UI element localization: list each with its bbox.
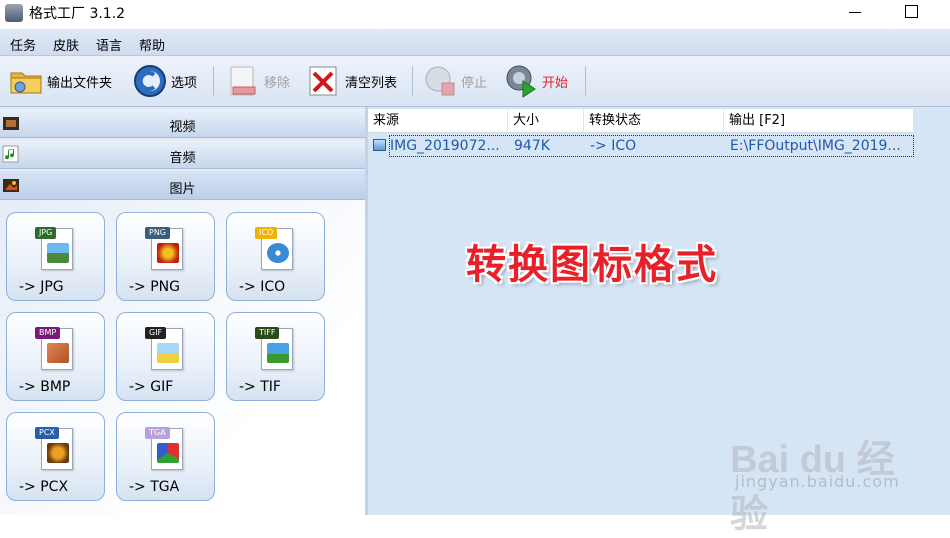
format-label: -> PCX: [19, 479, 69, 495]
image-file-icon: [373, 139, 386, 151]
category-video-label: 视频: [169, 120, 196, 135]
stop-icon: [422, 63, 458, 99]
format-gif-button[interactable]: GIF -> GIF: [116, 312, 215, 401]
format-tag: PCX: [35, 427, 59, 439]
format-label: -> ICO: [239, 279, 286, 295]
format-label: -> BMP: [19, 379, 71, 395]
output-folder-label: 输出文件夹: [47, 75, 113, 91]
format-label: -> TIF: [239, 379, 281, 395]
folder-icon: [8, 63, 44, 99]
menu-skin[interactable]: 皮肤: [53, 35, 79, 54]
options-icon: [132, 63, 168, 99]
column-source[interactable]: 来源: [368, 109, 508, 133]
format-label: -> TGA: [129, 479, 180, 495]
toolbar-separator: [412, 66, 413, 96]
format-tag: ICO: [255, 227, 278, 239]
column-size[interactable]: 大小: [508, 109, 584, 133]
format-label: -> GIF: [129, 379, 174, 395]
picture-icon: [157, 343, 179, 363]
stop-button[interactable]: 停止: [422, 62, 487, 100]
format-bmp-button[interactable]: BMP -> BMP: [6, 312, 105, 401]
maximize-button[interactable]: [902, 3, 920, 21]
minimize-button[interactable]: [846, 3, 864, 21]
window-title: 格式工厂 3.1.2: [29, 6, 126, 22]
table-row[interactable]: IMG_2019072... 947K -> ICO E:\FFOutput\I…: [368, 135, 914, 157]
column-output[interactable]: 输出 [F2]: [724, 109, 914, 133]
format-tag: JPG: [35, 227, 57, 239]
menu-help[interactable]: 帮助: [139, 35, 165, 54]
landscape-icon: [47, 243, 69, 263]
menu-language[interactable]: 语言: [96, 35, 122, 54]
format-grid: JPG -> JPG PNG -> PNG ICO -> ICO BMP -> …: [0, 200, 365, 515]
category-panel: 视频 音频 图片 JPG -> JPG PNG -> PNG ICO -> IC…: [0, 107, 365, 515]
output-folder-button[interactable]: 输出文件夹: [8, 62, 112, 100]
category-audio[interactable]: 音频: [0, 140, 365, 169]
toolbar: 输出文件夹 选项 移除 清空列表 停止 开始: [0, 56, 950, 107]
format-jpg-button[interactable]: JPG -> JPG: [6, 212, 105, 301]
remove-label: 移除: [264, 75, 291, 91]
toolbar-separator: [585, 66, 586, 96]
title-bar: 格式工厂 3.1.2: [0, 0, 950, 29]
task-table-header: 来源 大小 转换状态 输出 [F2]: [368, 109, 914, 133]
clear-list-icon: [306, 63, 342, 99]
cell-status: -> ICO: [590, 138, 637, 154]
options-button[interactable]: 选项: [132, 62, 197, 100]
watermark: Bai du 经验 jingyan.baidu.com: [368, 410, 918, 536]
blocks-icon: [157, 443, 179, 463]
landscape-icon: [267, 343, 289, 363]
remove-button[interactable]: 移除: [225, 62, 290, 100]
start-label: 开始: [542, 75, 569, 91]
format-label: -> JPG: [19, 279, 64, 295]
overlay-caption: 转换图标格式: [466, 242, 718, 288]
format-png-button[interactable]: PNG -> PNG: [116, 212, 215, 301]
clear-list-label: 清空列表: [345, 75, 398, 91]
format-tag: GIF: [145, 327, 167, 339]
category-audio-label: 音频: [169, 151, 196, 166]
clear-list-button[interactable]: 清空列表: [306, 62, 397, 100]
menu-bar: 任务 皮肤 语言 帮助: [0, 29, 950, 56]
app-icon: [5, 4, 23, 22]
remove-icon: [225, 63, 261, 99]
toolbar-separator: [213, 66, 214, 96]
watermark-url: jingyan.baidu.com: [735, 472, 900, 491]
format-tag: PNG: [145, 227, 171, 239]
paint-icon: [47, 343, 69, 363]
options-label: 选项: [171, 75, 198, 91]
cell-output: E:\FFOutput\IMG_2019...: [730, 138, 901, 154]
column-status[interactable]: 转换状态: [584, 109, 724, 133]
start-icon: [503, 63, 539, 99]
format-tag: TGA: [145, 427, 170, 439]
format-label: -> PNG: [129, 279, 180, 295]
flower-icon: [157, 243, 179, 263]
category-image[interactable]: 图片: [0, 171, 365, 200]
format-ico-button[interactable]: ICO -> ICO: [226, 212, 325, 301]
category-image-label: 图片: [169, 182, 196, 197]
format-tif-button[interactable]: TIFF -> TIF: [226, 312, 325, 401]
stop-label: 停止: [461, 75, 488, 91]
info-icon: [267, 243, 289, 263]
start-button[interactable]: 开始: [503, 62, 568, 100]
cell-source: IMG_2019072...: [390, 138, 500, 154]
format-tag: TIFF: [255, 327, 280, 339]
category-video[interactable]: 视频: [0, 109, 365, 138]
format-pcx-button[interactable]: PCX -> PCX: [6, 412, 105, 501]
format-tag: BMP: [35, 327, 61, 339]
menu-task[interactable]: 任务: [10, 35, 36, 54]
cell-size: 947K: [514, 138, 550, 154]
format-tga-button[interactable]: TGA -> TGA: [116, 412, 215, 501]
gear-picture-icon: [47, 443, 69, 463]
